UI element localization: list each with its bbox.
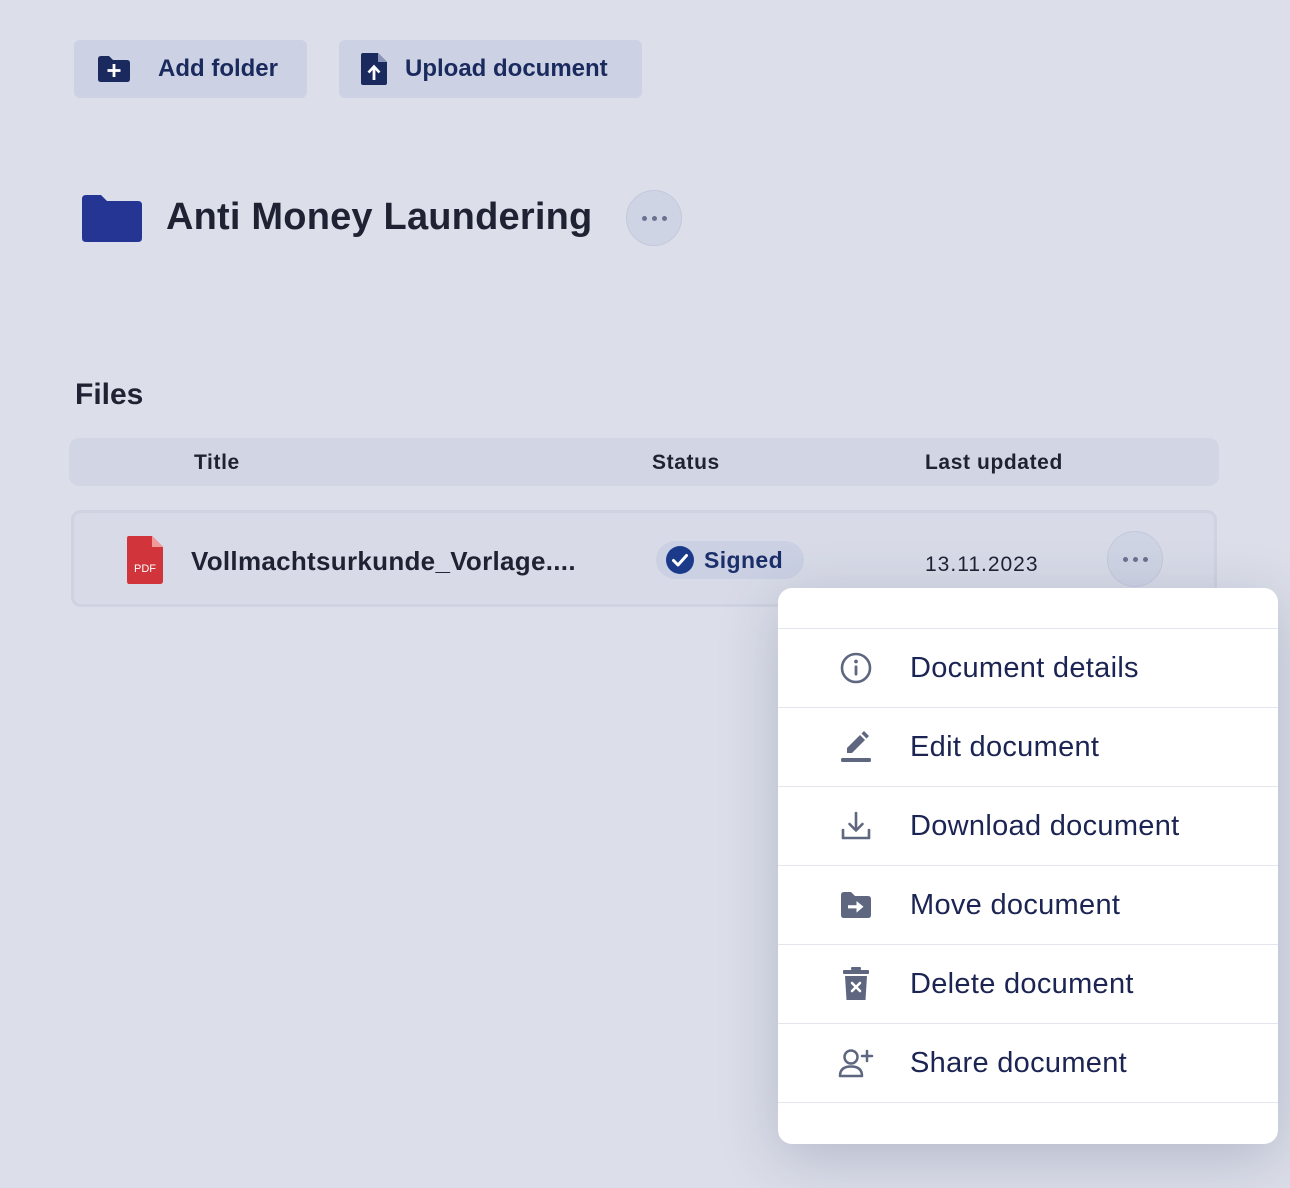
add-folder-label: Add folder	[158, 55, 278, 82]
file-upload-icon	[359, 52, 389, 86]
menu-item-move-document[interactable]: Move document	[778, 865, 1278, 944]
menu-item-label: Document details	[910, 651, 1139, 684]
column-header-last-updated[interactable]: Last updated	[925, 451, 1063, 475]
status-label: Signed	[704, 546, 784, 573]
files-heading: Files	[75, 378, 144, 411]
pdf-file-icon: PDF	[126, 535, 164, 590]
last-updated-date: 13.11.2023	[925, 553, 1039, 576]
menu-item-label: Edit document	[910, 730, 1100, 763]
folder-icon	[81, 194, 143, 249]
menu-item-label: Download document	[910, 809, 1180, 842]
menu-item-edit-document[interactable]: Edit document	[778, 707, 1278, 786]
pencil-icon	[836, 727, 876, 767]
file-name[interactable]: Vollmachtsurkunde_Vorlage....	[191, 546, 576, 577]
files-table-header: Title Status Last updated	[69, 438, 1219, 486]
check-circle-icon	[666, 546, 694, 574]
upload-document-label: Upload document	[405, 55, 608, 82]
info-icon	[836, 648, 876, 688]
column-header-title[interactable]: Title	[194, 451, 240, 475]
documents-page: Add folder Upload document Anti Money La…	[0, 0, 1290, 1188]
folder-more-button[interactable]	[626, 190, 682, 246]
folder-plus-icon	[96, 55, 132, 83]
svg-text:PDF: PDF	[134, 563, 156, 575]
menu-item-share-document[interactable]: Share document	[778, 1023, 1278, 1102]
download-icon	[836, 806, 876, 846]
menu-item-document-details[interactable]: Document details	[778, 628, 1278, 707]
row-more-button[interactable]	[1107, 531, 1163, 587]
status-badge: Signed	[656, 541, 804, 579]
upload-document-button[interactable]: Upload document	[339, 40, 642, 98]
add-user-icon	[836, 1043, 876, 1083]
menu-divider	[778, 1102, 1278, 1103]
menu-item-label: Move document	[910, 888, 1121, 921]
column-header-status[interactable]: Status	[652, 451, 720, 475]
menu-item-label: Share document	[910, 1046, 1127, 1079]
move-folder-icon	[836, 885, 876, 925]
menu-item-download-document[interactable]: Download document	[778, 786, 1278, 865]
document-context-menu: Document details Edit document Download …	[778, 588, 1278, 1144]
more-horizontal-icon	[641, 215, 667, 221]
trash-icon	[836, 964, 876, 1004]
more-horizontal-icon	[1122, 556, 1148, 562]
folder-title: Anti Money Laundering	[166, 196, 593, 238]
add-folder-button[interactable]: Add folder	[74, 40, 307, 98]
menu-item-label: Delete document	[910, 967, 1134, 1000]
menu-item-delete-document[interactable]: Delete document	[778, 944, 1278, 1023]
